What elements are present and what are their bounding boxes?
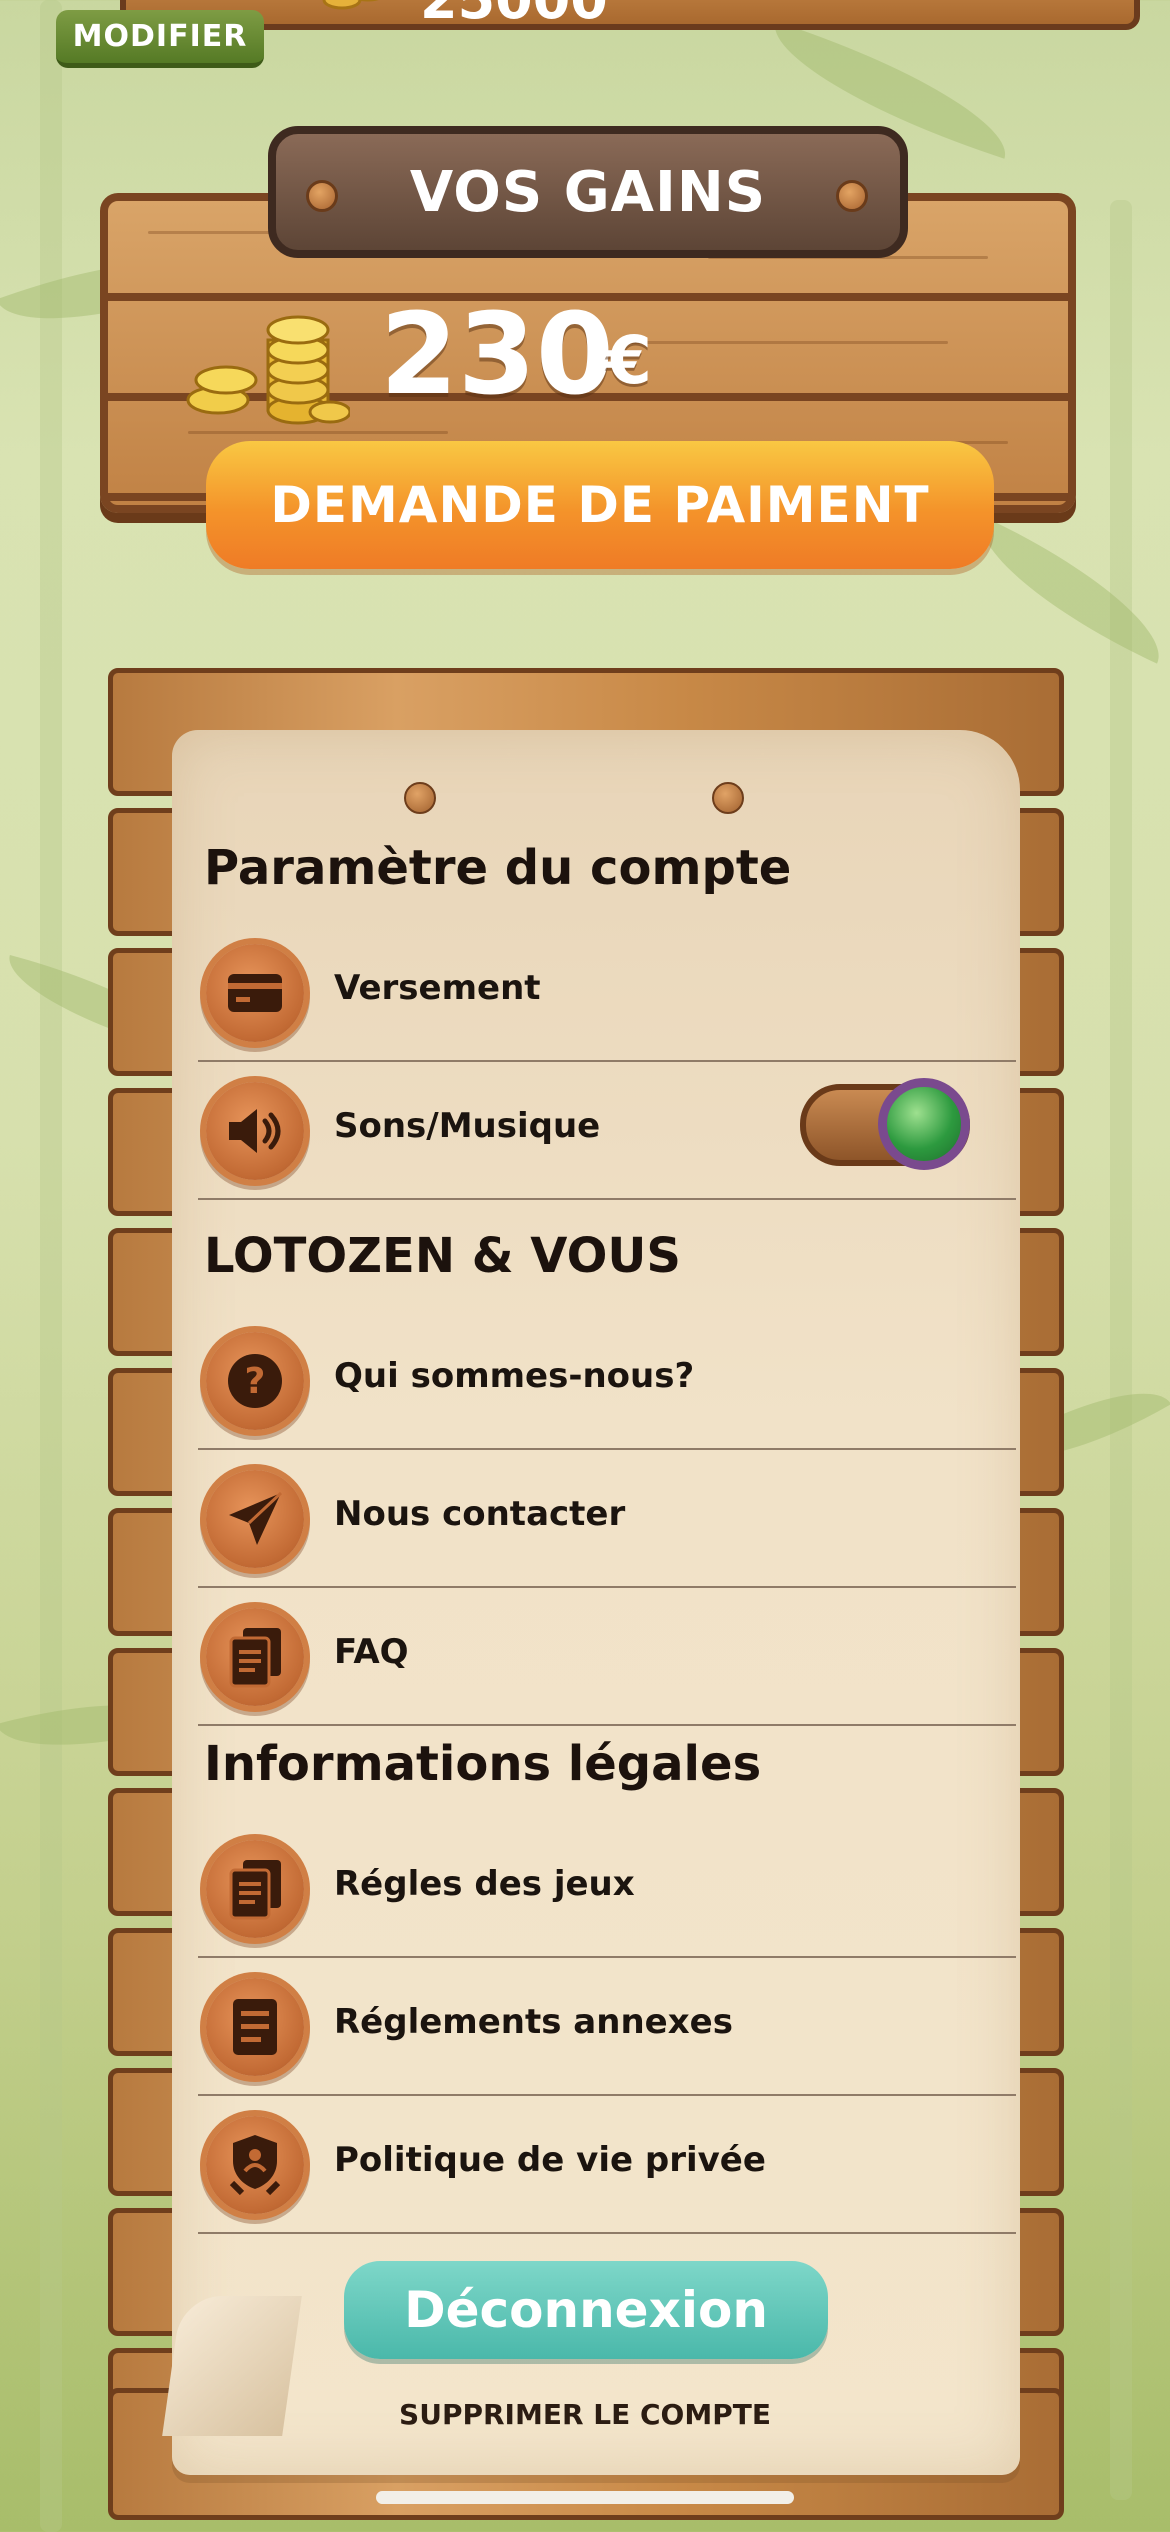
privacy-shield-icon (206, 2116, 304, 2214)
nail-icon (306, 180, 338, 212)
paper-plane-icon (206, 1470, 304, 1568)
bamboo-stalk (1110, 200, 1132, 2500)
sound-toggle[interactable] (800, 1078, 970, 1170)
menu-item-sound[interactable]: Sons/Musique (198, 1062, 1016, 1200)
payment-request-button[interactable]: DEMANDE DE PAIMENT (206, 441, 994, 569)
coin-balance: 25000 (420, 0, 608, 31)
section-title-legal: Informations légales (204, 1736, 762, 1792)
menu-item-game-rules[interactable]: Régles des jeux (198, 1820, 1016, 1958)
menu-item-label: FAQ (334, 1632, 409, 1672)
list-document-icon (206, 1978, 304, 2076)
nail-icon (836, 180, 868, 212)
menu-item-label: Régles des jeux (334, 1864, 635, 1904)
profile-board (120, 0, 1140, 30)
bamboo-stalk (40, 0, 62, 2532)
menu-item-contact[interactable]: Nous contacter (198, 1450, 1016, 1588)
svg-text:?: ? (245, 1361, 266, 1402)
menu-item-label: Politique de vie privée (334, 2140, 766, 2180)
menu-item-annex-rules[interactable]: Réglements annexes (198, 1958, 1016, 2096)
section-title-lotozen: LOTOZEN & VOUS (204, 1228, 681, 1284)
gains-currency: € (606, 322, 652, 399)
menu-item-label: Sons/Musique (334, 1106, 601, 1146)
menu-item-privacy[interactable]: Politique de vie privée (198, 2096, 1016, 2234)
menu-item-label: Nous contacter (334, 1494, 626, 1534)
section-title-account: Paramètre du compte (204, 840, 792, 896)
modify-button[interactable]: MODIFIER (56, 10, 264, 68)
toggle-knob (878, 1078, 970, 1170)
menu-item-versement[interactable]: Versement (198, 924, 1016, 1062)
menu-item-about[interactable]: ? Qui sommes-nous? (198, 1312, 1016, 1450)
menu-item-label: Réglements annexes (334, 2002, 733, 2042)
coin-stack-icon (186, 315, 350, 425)
menu-item-faq[interactable]: FAQ (198, 1588, 1016, 1726)
logout-button[interactable]: Déconnexion (344, 2261, 828, 2359)
nail-icon (404, 782, 436, 814)
gains-amount: 230 (380, 290, 614, 420)
speaker-icon (206, 1082, 304, 1180)
delete-account-link[interactable]: SUPPRIMER LE COMPTE (0, 2398, 1170, 2431)
question-icon: ? (206, 1332, 304, 1430)
menu-item-label: Qui sommes-nous? (334, 1356, 695, 1396)
nail-icon (712, 782, 744, 814)
menu-item-label: Versement (334, 968, 541, 1008)
coins-icon (322, 0, 379, 10)
gains-title: VOS GAINS (268, 126, 908, 258)
documents-icon (206, 1608, 304, 1706)
card-icon (206, 944, 304, 1042)
documents-icon (206, 1840, 304, 1938)
home-indicator[interactable] (376, 2491, 794, 2504)
